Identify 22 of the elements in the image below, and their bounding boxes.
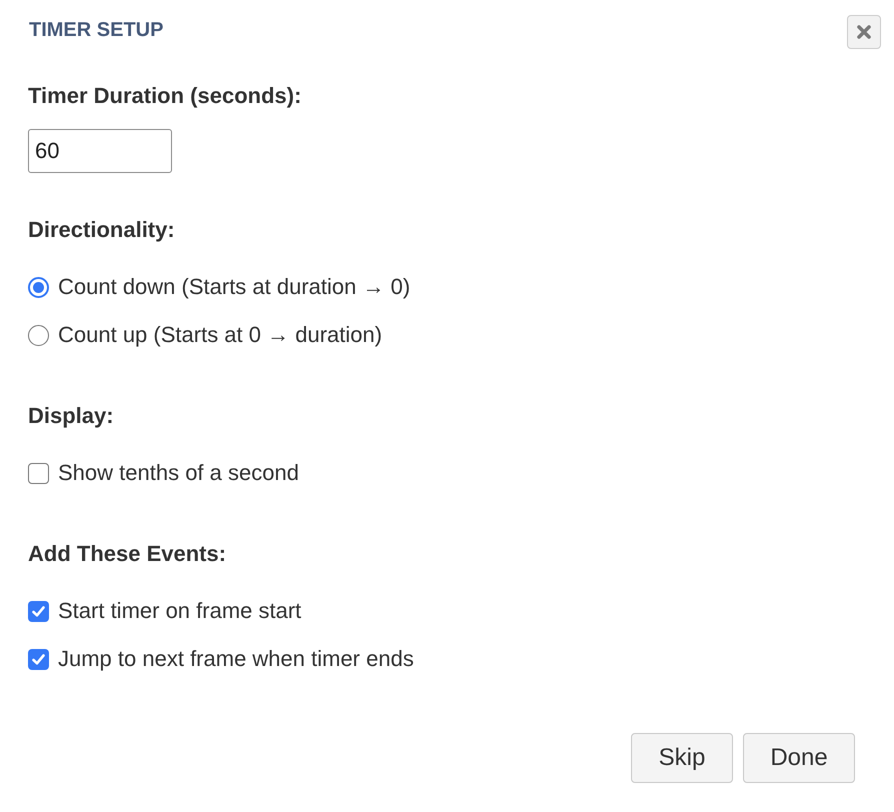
option-label[interactable]: Start timer on frame start [58, 598, 302, 624]
option-label[interactable]: Count down (Starts at duration → 0) [58, 274, 410, 300]
checkbox[interactable] [28, 600, 49, 622]
checkbox[interactable] [28, 648, 49, 670]
check-icon [32, 606, 45, 616]
radio-button[interactable] [28, 324, 49, 346]
skip-button[interactable]: Skip [631, 733, 733, 783]
option-label[interactable]: Show tenths of a second [58, 460, 299, 486]
section-label: Display: [28, 404, 114, 428]
check-icon [32, 654, 45, 664]
section-label: Directionality: [28, 218, 175, 242]
duration-field[interactable]: 60 [28, 129, 172, 173]
radio-button[interactable] [28, 276, 49, 298]
option-label[interactable]: Count up (Starts at 0 → duration) [58, 322, 382, 348]
dialog-title: TIMER SETUP [29, 18, 164, 42]
option-label[interactable]: Jump to next frame when timer ends [58, 646, 414, 672]
close-icon [857, 25, 871, 39]
close-button[interactable] [847, 15, 881, 49]
section-label: Timer Duration (seconds): [28, 84, 302, 108]
checkbox[interactable] [28, 462, 49, 484]
section-label: Add These Events: [28, 542, 226, 566]
done-button[interactable]: Done [743, 733, 855, 783]
